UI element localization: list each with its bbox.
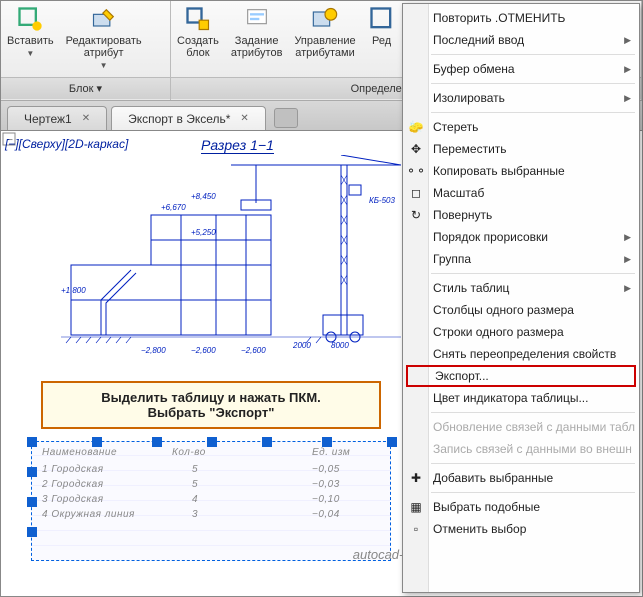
- menu-item[interactable]: Столбцы одного размера: [403, 299, 639, 321]
- block-editor-button[interactable]: Ред: [362, 1, 402, 77]
- menu-item[interactable]: Последний ввод ▶: [403, 29, 639, 51]
- menu-item-label: Повторить .ОТМЕНИТЬ: [433, 11, 565, 25]
- tab-drawing1[interactable]: Чертеж1✕: [7, 106, 107, 130]
- svg-text:+8,450: +8,450: [191, 192, 216, 201]
- section-drawing: КБ-503 +6,670 +8,450 +5,250 +1,800 −2,80…: [61, 155, 401, 365]
- deselect-icon: ▫: [407, 520, 425, 538]
- menu-item-label: Добавить выбранные: [433, 471, 553, 485]
- chevron-down-icon: ▼: [26, 49, 34, 58]
- menu-item[interactable]: ⚬⚬ Копировать выбранные: [403, 160, 639, 182]
- ribbon-group-title[interactable]: Блок ▾: [1, 77, 170, 99]
- submenu-arrow-icon: ▶: [624, 232, 631, 243]
- menu-item: Запись связей с данными во внешн: [403, 438, 639, 460]
- chevron-down-icon: ▼: [100, 61, 108, 70]
- menu-item: Обновление связей с данными табл: [403, 416, 639, 438]
- app-window: Вставить ▼ Редактировать атрибут ▼ Блок …: [0, 0, 643, 597]
- menu-item-label: Экспорт...: [435, 369, 489, 383]
- edit-attribute-button[interactable]: Редактировать атрибут ▼: [60, 1, 148, 77]
- menu-item[interactable]: Повторить .ОТМЕНИТЬ: [403, 7, 639, 29]
- menu-item-label: Цвет индикатора таблицы...: [433, 391, 588, 405]
- define-attributes-button[interactable]: Задание атрибутов: [225, 1, 289, 77]
- svg-text:+5,250: +5,250: [191, 228, 216, 237]
- submenu-arrow-icon: ▶: [624, 283, 631, 294]
- erase-icon: 🧽: [407, 118, 425, 136]
- menu-item-label: Переместить: [433, 142, 507, 156]
- tab-export-excel[interactable]: Экспорт в Эксель*✕: [111, 106, 266, 130]
- menu-item[interactable]: Снять переопределения свойств: [403, 343, 639, 365]
- context-menu: Повторить .ОТМЕНИТЬПоследний ввод▶Буфер …: [402, 3, 640, 593]
- submenu-arrow-icon: ▶: [624, 254, 631, 265]
- svg-text:8000: 8000: [331, 341, 349, 350]
- menu-item-label: Группа: [433, 252, 471, 266]
- insert-button[interactable]: Вставить ▼: [1, 1, 60, 77]
- crane-label: КБ-503: [369, 196, 395, 205]
- submenu-arrow-icon: ▶: [624, 93, 631, 104]
- instruction-callout: Выделить таблицу и нажать ПКМ. Выбрать "…: [41, 381, 381, 429]
- copy-icon: ⚬⚬: [407, 162, 425, 180]
- menu-item[interactable]: ▦ Выбрать подобные: [403, 496, 639, 518]
- menu-item-label: Запись связей с данными во внешн: [433, 442, 632, 456]
- menu-item-label: Масштаб: [433, 186, 484, 200]
- edit-attr-icon: [90, 5, 118, 33]
- viewport-label[interactable]: [−][Сверху][2D-каркас]: [5, 137, 128, 151]
- menu-item-label: Строки одного размера: [433, 325, 564, 339]
- close-icon[interactable]: ✕: [240, 113, 248, 124]
- create-block-icon: [184, 5, 212, 33]
- svg-text:+6,670: +6,670: [161, 203, 186, 212]
- define-attr-icon: [243, 5, 271, 33]
- menu-item-label: Обновление связей с данными табл: [433, 420, 635, 434]
- selected-table[interactable]: Наименование Кол-во Ед. изм 1 Городская …: [31, 441, 391, 561]
- menu-item-label: Стиль таблиц: [433, 281, 509, 295]
- svg-text:2000: 2000: [292, 341, 311, 350]
- menu-item[interactable]: Цвет индикатора таблицы...: [403, 387, 639, 409]
- menu-item[interactable]: Стиль таблиц ▶: [403, 277, 639, 299]
- submenu-arrow-icon: ▶: [624, 64, 631, 75]
- menu-item-label: Отменить выбор: [433, 522, 526, 536]
- block-edit-icon: [368, 5, 396, 33]
- drawing-title: Разрез 1−1: [201, 137, 274, 154]
- menu-item-label: Копировать выбранные: [433, 164, 565, 178]
- menu-item-label: Столбцы одного размера: [433, 303, 574, 317]
- menu-item[interactable]: ▫ Отменить выбор: [403, 518, 639, 540]
- create-block-button[interactable]: Создать блок: [171, 1, 225, 77]
- menu-item[interactable]: ◻ Масштаб: [403, 182, 639, 204]
- menu-item-label: Выбрать подобные: [433, 500, 540, 514]
- add-sel-icon: ✚: [407, 469, 425, 487]
- menu-item[interactable]: Буфер обмена ▶: [403, 58, 639, 80]
- svg-text:+1,800: +1,800: [61, 286, 86, 295]
- menu-item[interactable]: ↻ Повернуть: [403, 204, 639, 226]
- menu-item[interactable]: 🧽 Стереть: [403, 116, 639, 138]
- new-tab-button[interactable]: [274, 108, 298, 128]
- menu-item-label: Снять переопределения свойств: [433, 347, 616, 361]
- svg-text:−2,800: −2,800: [141, 346, 166, 355]
- rotate-icon: ↻: [407, 206, 425, 224]
- submenu-arrow-icon: ▶: [624, 35, 631, 46]
- svg-text:−2,600: −2,600: [191, 346, 216, 355]
- close-icon[interactable]: ✕: [82, 113, 90, 124]
- insert-icon: [16, 5, 44, 33]
- menu-item[interactable]: Строки одного размера: [403, 321, 639, 343]
- svg-text:−2,600: −2,600: [241, 346, 266, 355]
- menu-item-label: Стереть: [433, 120, 478, 134]
- scale-icon: ◻: [407, 184, 425, 202]
- move-icon: ✥: [407, 140, 425, 158]
- menu-item[interactable]: ✥ Переместить: [403, 138, 639, 160]
- menu-item[interactable]: ✚ Добавить выбранные: [403, 467, 639, 489]
- menu-item[interactable]: Изолировать ▶: [403, 87, 639, 109]
- menu-item-label: Последний ввод: [433, 33, 524, 47]
- menu-item-label: Изолировать: [433, 91, 505, 105]
- menu-item-label: Повернуть: [433, 208, 492, 222]
- manage-attributes-button[interactable]: Управление атрибутами: [288, 1, 361, 77]
- menu-item-label: Буфер обмена: [433, 62, 515, 76]
- manage-attr-icon: [311, 5, 339, 33]
- select-similar-icon: ▦: [407, 498, 425, 516]
- menu-item[interactable]: Порядок прорисовки ▶: [403, 226, 639, 248]
- menu-item[interactable]: Группа ▶: [403, 248, 639, 270]
- menu-item[interactable]: Экспорт...: [406, 365, 636, 387]
- menu-item-label: Порядок прорисовки: [433, 230, 548, 244]
